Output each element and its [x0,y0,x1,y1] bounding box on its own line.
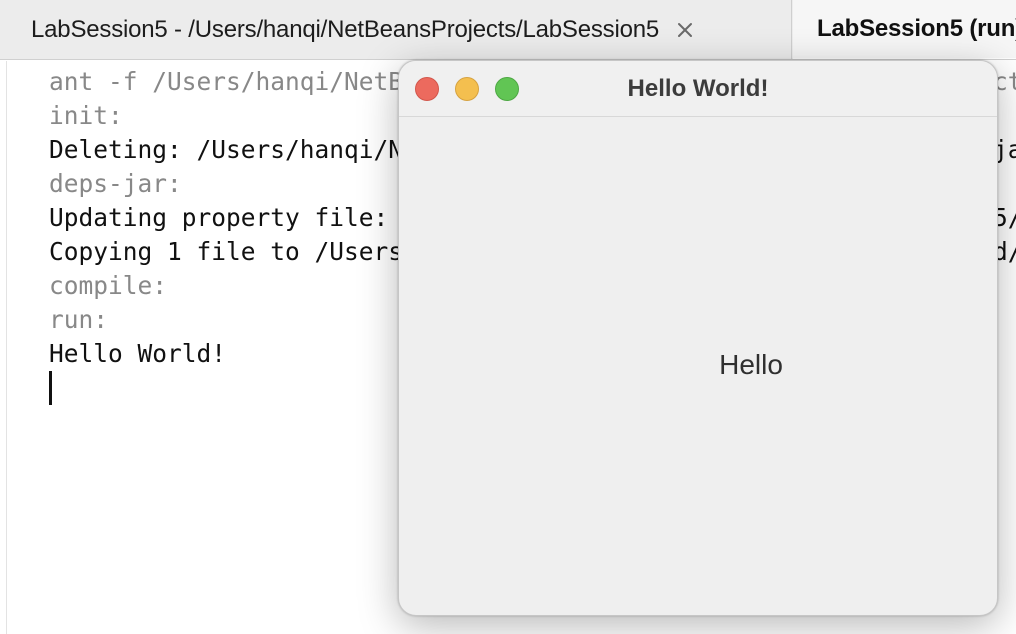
console-line: compile: [49,271,168,300]
hello-world-window[interactable]: Hello World! Hello [398,60,998,616]
tab-run-label: LabSession5 (run) [817,15,1016,42]
window-minimize-button[interactable] [455,77,479,101]
tab-build-label: LabSession5 - /Users/hanqi/NetBeansProje… [31,16,660,43]
output-tab-bar: LabSession5 - /Users/hanqi/NetBeansProje… [0,0,1016,60]
window-title: Hello World! [627,75,769,102]
window-maximize-button[interactable] [495,77,519,101]
window-titlebar[interactable]: Hello World! [399,61,997,117]
tab-run-output[interactable]: LabSession5 (run) [793,0,1016,59]
console-line: init: [49,101,123,130]
window-close-button[interactable] [415,77,439,101]
hello-label: Hello [719,349,783,380]
console-line: deps-jar: [49,169,182,198]
close-x-icon[interactable] [675,20,695,40]
tab-build-output[interactable]: LabSession5 - /Users/hanqi/NetBeansProje… [0,0,792,59]
console-line: Hello World! [49,339,227,368]
text-caret [49,371,52,405]
console-line: run: [49,305,109,334]
